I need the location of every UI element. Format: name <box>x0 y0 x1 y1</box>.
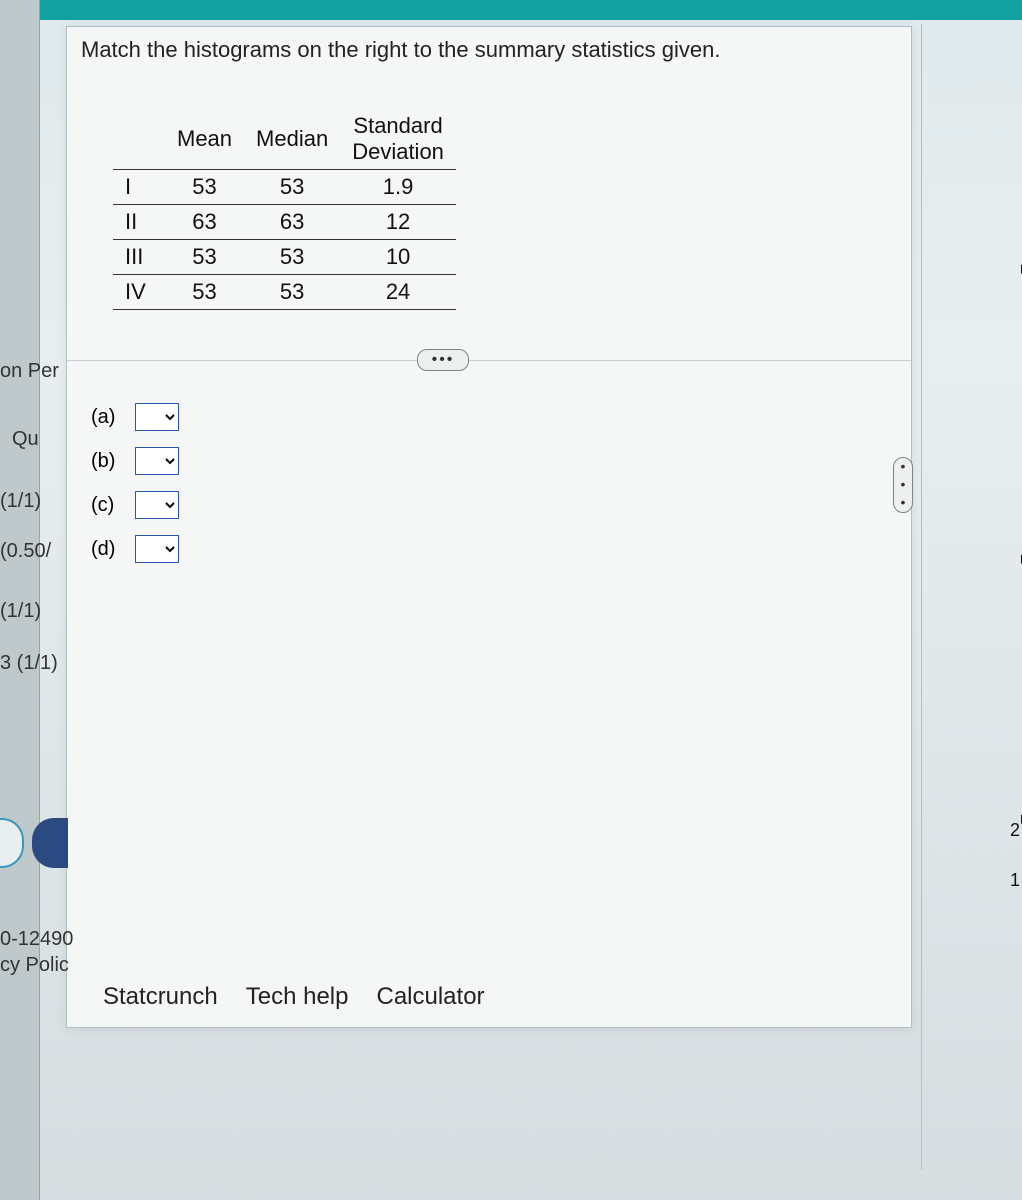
crop-text-qu: Qu <box>12 428 39 451</box>
crop-text-050: (0.50/ <box>0 540 51 563</box>
top-teal-bar <box>0 0 1022 20</box>
freq-axis-label-1: Frequency <box>1018 190 1022 275</box>
cell-mean: 53 <box>165 275 244 310</box>
cell-median: 63 <box>244 205 340 240</box>
cell-stddev: 24 <box>340 275 456 310</box>
tool-row: Statcrunch Tech help Calculator <box>103 983 485 1011</box>
expand-pill[interactable]: ••• <box>417 349 469 371</box>
table-row: IV 53 53 24 <box>113 275 456 310</box>
section-divider <box>67 360 911 361</box>
answer-dropdown-d[interactable] <box>135 535 179 563</box>
freq-axis-label-4: requency <box>1018 990 1022 1064</box>
cell-stddev: 12 <box>340 205 456 240</box>
table-row: III 53 53 10 <box>113 240 456 275</box>
cell-median: 53 <box>244 170 340 205</box>
freq-axis-label-2: Frequency <box>1018 480 1022 565</box>
answer-label: (d) <box>91 538 125 561</box>
cell-stddev: 10 <box>340 240 456 275</box>
row-label: II <box>113 205 165 240</box>
cell-mean: 53 <box>165 170 244 205</box>
cell-median: 53 <box>244 275 340 310</box>
table-row: II 63 63 12 <box>113 205 456 240</box>
answer-dropdown-b[interactable] <box>135 447 179 475</box>
row-label: III <box>113 240 165 275</box>
summary-stats-table: Mean Median Standard Deviation I 53 53 1… <box>113 109 456 310</box>
header-mean: Mean <box>165 109 244 170</box>
table-row: I 53 53 1.9 <box>113 170 456 205</box>
header-stddev: Standard Deviation <box>340 109 456 170</box>
cell-mean: 63 <box>165 205 244 240</box>
axis-tick-2: 2 <box>1010 820 1020 841</box>
nav-arrow-right-fragment[interactable] <box>32 818 68 868</box>
answer-dropdown-a[interactable] <box>135 403 179 431</box>
right-expand-pill[interactable]: ••• <box>893 457 913 513</box>
answer-row-a: (a) <box>91 403 179 431</box>
crop-text-11-2: (1/1) <box>0 600 41 623</box>
right-column-separator <box>921 24 922 1170</box>
question-panel: Match the histograms on the right to the… <box>66 26 912 1028</box>
crop-text-3-11: 3 (1/1) <box>0 652 58 675</box>
axis-tick-1: 1 <box>1010 870 1020 891</box>
crop-text-on-per: on Per <box>0 360 59 383</box>
row-label: IV <box>113 275 165 310</box>
answer-block: (a) (b) (c) (d) <box>91 403 179 563</box>
cell-median: 53 <box>244 240 340 275</box>
answer-label: (c) <box>91 494 125 517</box>
statcrunch-link[interactable]: Statcrunch <box>103 983 218 1011</box>
header-median: Median <box>244 109 340 170</box>
blank-header <box>113 109 165 170</box>
cell-stddev: 1.9 <box>340 170 456 205</box>
answer-row-d: (d) <box>91 535 179 563</box>
answer-row-b: (b) <box>91 447 179 475</box>
calculator-link[interactable]: Calculator <box>376 983 484 1011</box>
cell-mean: 53 <box>165 240 244 275</box>
crop-text-policy: cy Polic <box>0 954 69 977</box>
freq-axis-label-3: Frequency <box>1018 740 1022 825</box>
answer-row-c: (c) <box>91 491 179 519</box>
ellipsis-icon: ••• <box>895 458 911 512</box>
question-prompt: Match the histograms on the right to the… <box>81 37 721 63</box>
techhelp-link[interactable]: Tech help <box>246 983 349 1011</box>
answer-label: (a) <box>91 406 125 429</box>
answer-label: (b) <box>91 450 125 473</box>
crop-text-11-1: (1/1) <box>0 490 41 513</box>
row-label: I <box>113 170 165 205</box>
crop-text-id: 0-12490 <box>0 928 73 951</box>
answer-dropdown-c[interactable] <box>135 491 179 519</box>
